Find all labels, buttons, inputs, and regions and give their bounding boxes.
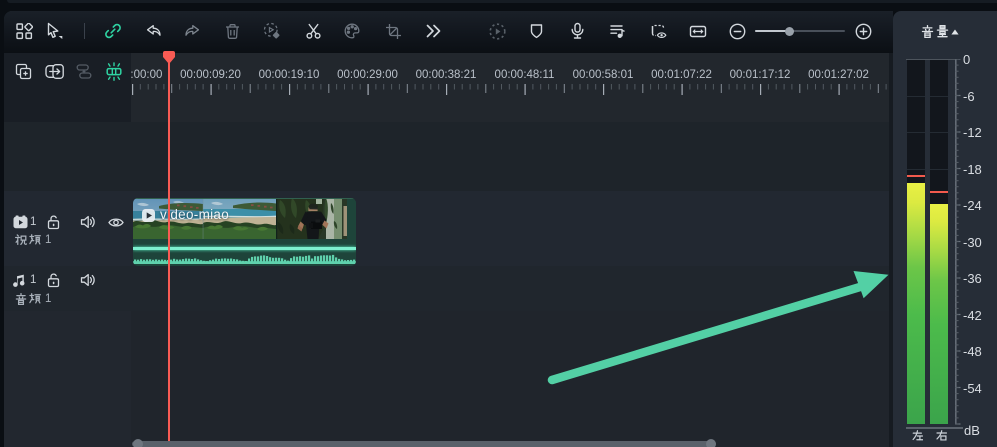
svg-text:00:00:09:20: 00:00:09:20 bbox=[180, 69, 241, 81]
svg-text:00:01:07:22: 00:01:07:22 bbox=[651, 69, 712, 81]
svg-text:00:01:17:12: 00:01:17:12 bbox=[730, 69, 791, 81]
svg-text:00:01:27:02: 00:01:27:02 bbox=[808, 69, 869, 81]
svg-text:00:00:38:21: 00:00:38:21 bbox=[416, 69, 477, 81]
svg-text:00:00:58:01: 00:00:58:01 bbox=[573, 69, 634, 81]
svg-text:00:00:29:00: 00:00:29:00 bbox=[337, 69, 398, 81]
svg-text:00:00:48:11: 00:00:48:11 bbox=[495, 69, 555, 81]
svg-text:00:00:19:10: 00:00:19:10 bbox=[259, 69, 320, 81]
